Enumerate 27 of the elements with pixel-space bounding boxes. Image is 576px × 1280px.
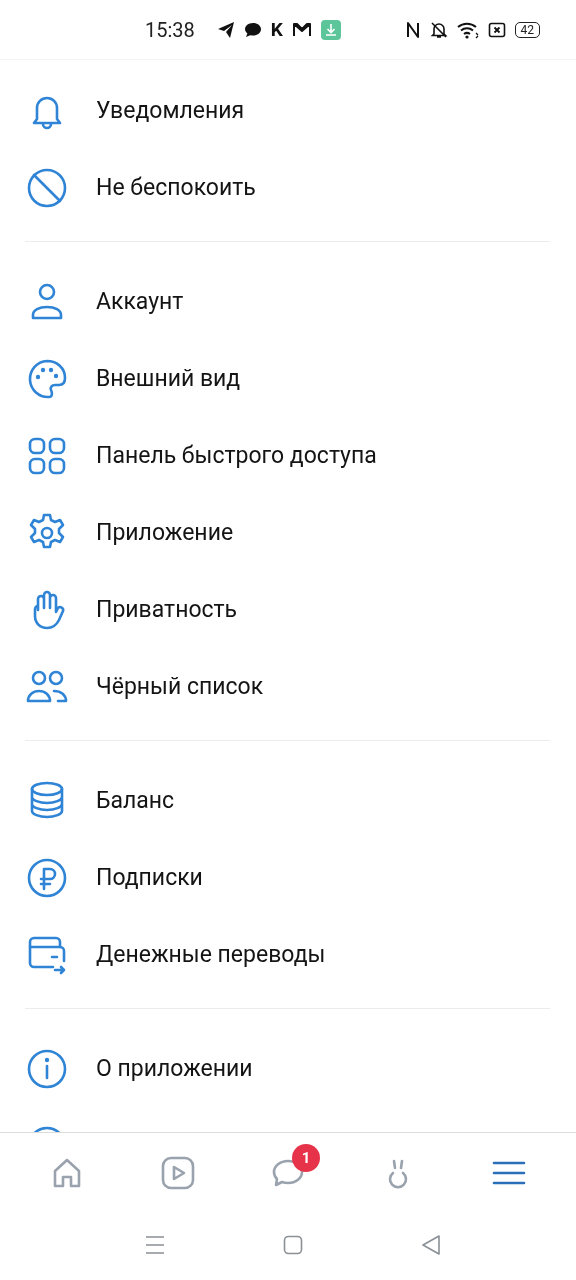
menu-item[interactable]: Приложение: [96, 519, 234, 546]
sim-off-icon: [487, 20, 506, 39]
menu-item[interactable]: Денежные переводы: [96, 941, 326, 968]
nfc-icon: [404, 20, 421, 39]
paper-plane-icon: [216, 20, 235, 39]
chat-bubble-icon: [243, 20, 262, 39]
back-icon[interactable]: [420, 1234, 442, 1256]
download-icon: [320, 19, 341, 40]
clock: 15:38: [145, 17, 195, 42]
menu-item[interactable]: Баланс: [96, 787, 175, 814]
battery-level: 42: [514, 21, 540, 38]
menu-item[interactable]: Приватность: [96, 596, 238, 623]
menu-item[interactable]: Панель быстрого доступа: [96, 442, 377, 469]
menu-item[interactable]: Уведомления: [96, 97, 245, 124]
menu-item[interactable]: Аккаунт: [96, 288, 184, 315]
bell-off-icon: [429, 20, 448, 39]
unread-badge: 1: [291, 1143, 320, 1172]
menu-item[interactable]: Подписки: [96, 864, 203, 891]
home-icon[interactable]: [282, 1234, 304, 1256]
app-letter-icon: K: [270, 19, 283, 40]
wifi-icon: [456, 20, 479, 39]
menu-item[interactable]: Не беспокоить: [96, 174, 256, 201]
menu-item[interactable]: Внешний вид: [96, 365, 241, 392]
menu-item[interactable]: О приложении: [96, 1055, 253, 1082]
recents-icon[interactable]: [144, 1234, 166, 1256]
menu-item[interactable]: Чёрный список: [96, 673, 264, 700]
play-icon[interactable]: [160, 1155, 195, 1190]
